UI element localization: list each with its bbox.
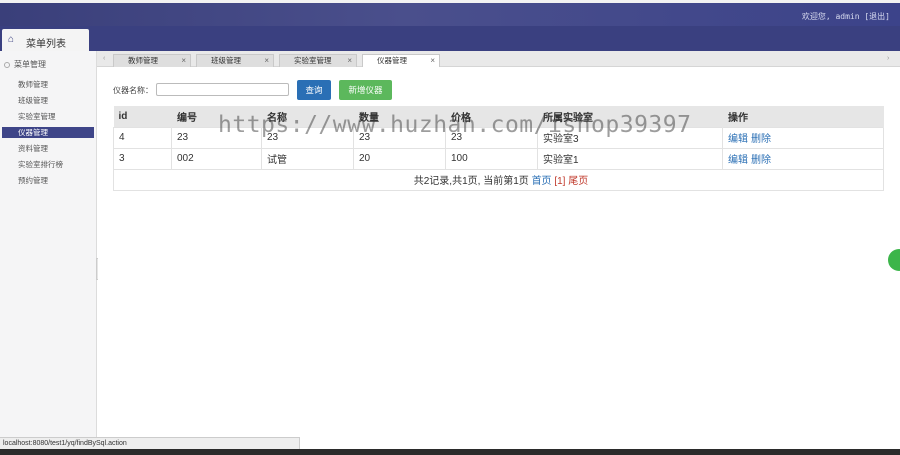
tab-scroll-left-icon[interactable]: ‹ — [103, 55, 105, 62]
menu-list-label: 菜单列表 — [26, 39, 66, 50]
tab-label: 教师管理 — [128, 56, 158, 65]
close-icon[interactable]: × — [430, 55, 435, 67]
pager: 共2记录,共1页, 当前第1页 首页 [1] 尾页 — [113, 168, 884, 191]
delete-link[interactable]: 删除 — [751, 155, 771, 166]
tab-scroll-right-icon[interactable]: › — [887, 55, 889, 62]
pager-summary: 共2记录,共1页, 当前第1页 — [413, 176, 529, 187]
tab-class[interactable]: 班级管理 × — [196, 54, 274, 67]
home-icon: ⌂ — [8, 34, 15, 45]
menu-list-tab[interactable]: ⌂ 菜单列表 — [2, 29, 89, 51]
delete-link[interactable]: 删除 — [751, 134, 771, 145]
query-button[interactable]: 查询 — [297, 80, 331, 100]
watermark: https://www.huzhan.com/ishop39397 — [218, 112, 692, 138]
edit-link[interactable]: 编辑 — [728, 155, 748, 166]
browser-strip — [0, 0, 900, 3]
column-header-actions: 操作 — [722, 106, 884, 127]
sidebar-item-lab-ranking[interactable]: 实验室排行榜 — [2, 159, 94, 170]
sidebar-item-reservation[interactable]: 预约管理 — [2, 175, 94, 186]
cell-quantity: 20 — [353, 147, 446, 170]
sidebar-item-material[interactable]: 资料管理 — [2, 143, 94, 154]
instrument-name-input[interactable] — [156, 83, 289, 96]
user-greeting[interactable]: 欢迎您, admin [退出] — [802, 11, 890, 22]
sidebar: 菜单管理 教师管理 班级管理 实验室管理 仪器管理 资料管理 实验室排行榜 预约… — [0, 51, 97, 441]
column-header-id: id — [113, 106, 172, 127]
sidebar-item-class[interactable]: 班级管理 — [2, 95, 94, 106]
cell-actions: 编辑 删除 — [722, 126, 884, 149]
sidebar-group-label: 菜单管理 — [14, 60, 46, 69]
cell-id: 3 — [113, 147, 172, 170]
last-page-link[interactable]: 尾页 — [568, 176, 588, 187]
edit-link[interactable]: 编辑 — [728, 134, 748, 145]
cell-price: 100 — [445, 147, 538, 170]
table-row: 3 002 试管 20 100 实验室1 编辑 删除 — [113, 147, 884, 170]
top-header: 欢迎您, admin [退出] — [0, 0, 900, 26]
close-icon[interactable]: × — [181, 55, 186, 67]
taskbar — [0, 449, 900, 455]
close-icon[interactable]: × — [264, 55, 269, 67]
menu-tab-bar: ⌂ 菜单列表 — [0, 26, 900, 51]
tab-teacher[interactable]: 教师管理 × — [113, 54, 191, 67]
add-instrument-button[interactable]: 新增仪器 — [339, 80, 392, 100]
instrument-name-label: 仪器名称： — [113, 86, 153, 95]
first-page-link[interactable]: 首页 — [532, 176, 552, 187]
status-bar-url: localhost:8080/test1/yq/findBySql.action — [0, 437, 300, 449]
sidebar-group-header[interactable]: 菜单管理 — [4, 59, 46, 70]
cell-name: 试管 — [261, 147, 354, 170]
cell-code: 002 — [171, 147, 262, 170]
cell-id: 4 — [113, 126, 172, 149]
tab-instrument[interactable]: 仪器管理 × — [362, 54, 440, 67]
tab-strip: ‹ 教师管理 × 班级管理 × 实验室管理 × 仪器管理 × › — [97, 51, 900, 67]
sidebar-item-lab[interactable]: 实验室管理 — [2, 111, 94, 122]
sidebar-item-teacher[interactable]: 教师管理 — [2, 79, 94, 90]
cell-actions: 编辑 删除 — [722, 147, 884, 170]
pager-row: 共2记录,共1页, 当前第1页 首页 [1] 尾页 — [113, 168, 884, 191]
close-icon[interactable]: × — [347, 55, 352, 67]
tab-label: 仪器管理 — [377, 56, 407, 65]
current-page-link[interactable]: [1] — [554, 176, 565, 187]
cell-lab: 实验室1 — [537, 147, 723, 170]
tab-label: 实验室管理 — [294, 56, 332, 65]
circle-icon — [4, 62, 10, 68]
sidebar-item-instrument[interactable]: 仪器管理 — [2, 127, 94, 138]
tab-label: 班级管理 — [211, 56, 241, 65]
tab-lab[interactable]: 实验室管理 × — [279, 54, 357, 67]
